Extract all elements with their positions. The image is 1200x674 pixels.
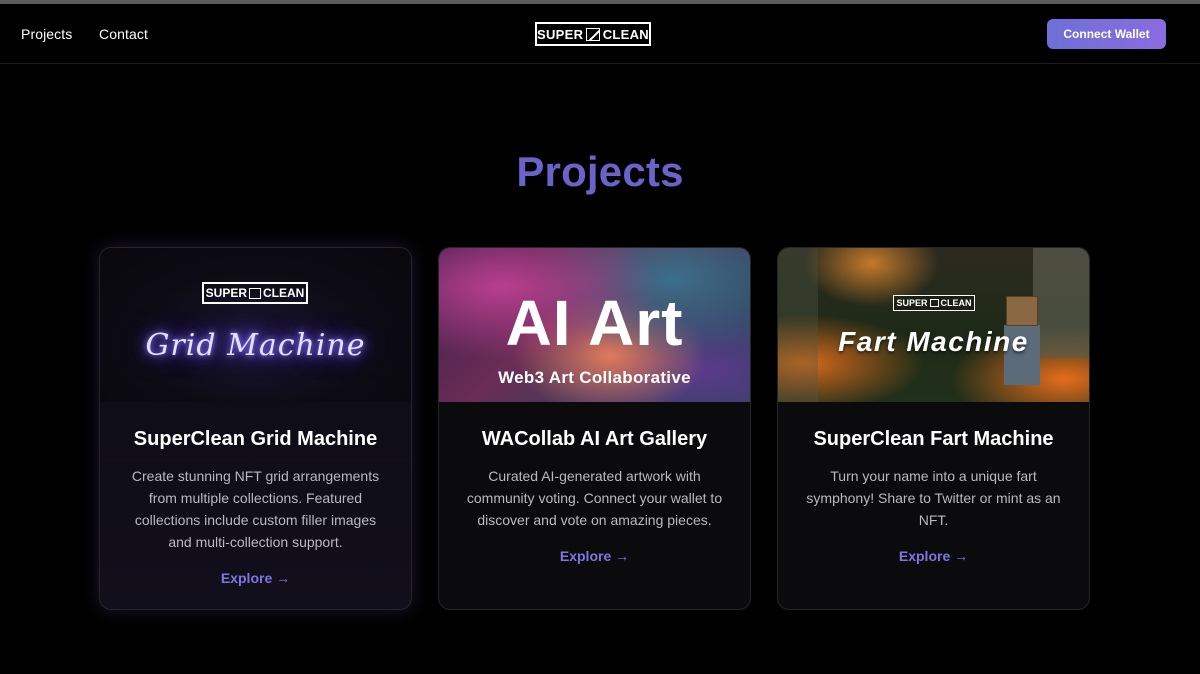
card-title: SuperClean Fart Machine [813,428,1054,450]
card-description: Curated AI-generated artwork with commun… [466,468,723,528]
scenery-block [778,248,818,402]
banner-logo: SUPER CLEAN [202,282,308,304]
explore-link[interactable]: Explore → [221,570,290,586]
banner-logo-left: SUPER [896,298,928,308]
card-banner-fart-machine: SUPER CLEAN Fart Machine [778,248,1089,402]
project-card-ai-art[interactable]: AI Art Web3 Art Collaborative WACollab A… [438,247,751,610]
card-banner-ai-art: AI Art Web3 Art Collaborative [439,248,750,402]
page-title: Projects [516,148,684,195]
card-title: WACollab AI Art Gallery [481,428,708,450]
project-card-fart-machine[interactable]: SUPER CLEAN Fart Machine SuperClean Fart… [777,247,1090,610]
logo-mark-icon [249,287,261,299]
connect-wallet-button[interactable]: Connect Wallet [1047,19,1166,49]
explore-link[interactable]: Explore → [560,548,629,564]
nav-link-projects[interactable]: Projects [21,26,72,42]
card-title: SuperClean Grid Machine [133,428,378,450]
banner-logo: SUPER CLEAN [893,295,975,311]
banner-logo-right: CLEAN [263,286,305,300]
site-logo[interactable]: SUPER CLEAN [535,22,651,46]
banner-logo-right: CLEAN [940,298,972,308]
banner-title: AI Art [505,287,684,359]
project-card-grid-machine[interactable]: SUPER CLEAN Grid Machine SuperClean Grid… [99,247,412,610]
card-banner-grid-machine: SUPER CLEAN Grid Machine [100,248,411,402]
logo-mark-icon [586,27,600,41]
nav-link-contact[interactable]: Contact [99,26,148,42]
banner-subtitle: Web3 Art Collaborative [498,368,691,387]
logo-text-right: CLEAN [602,26,649,42]
banner-title: Fart Machine [838,326,1029,357]
explore-link[interactable]: Explore → [899,548,968,564]
card-description: Turn your name into a unique fart sympho… [806,468,1061,528]
logo-text-left: SUPER [537,26,584,42]
logo-mark-icon [929,299,939,307]
site-header: Projects Contact SUPER CLEAN Connect Wal… [0,4,1200,64]
banner-logo-left: SUPER [205,286,247,300]
card-description: Create stunning NFT grid arrangements fr… [131,468,380,550]
character-head [1006,296,1038,326]
banner-neon-text: Grid Machine [145,328,366,363]
